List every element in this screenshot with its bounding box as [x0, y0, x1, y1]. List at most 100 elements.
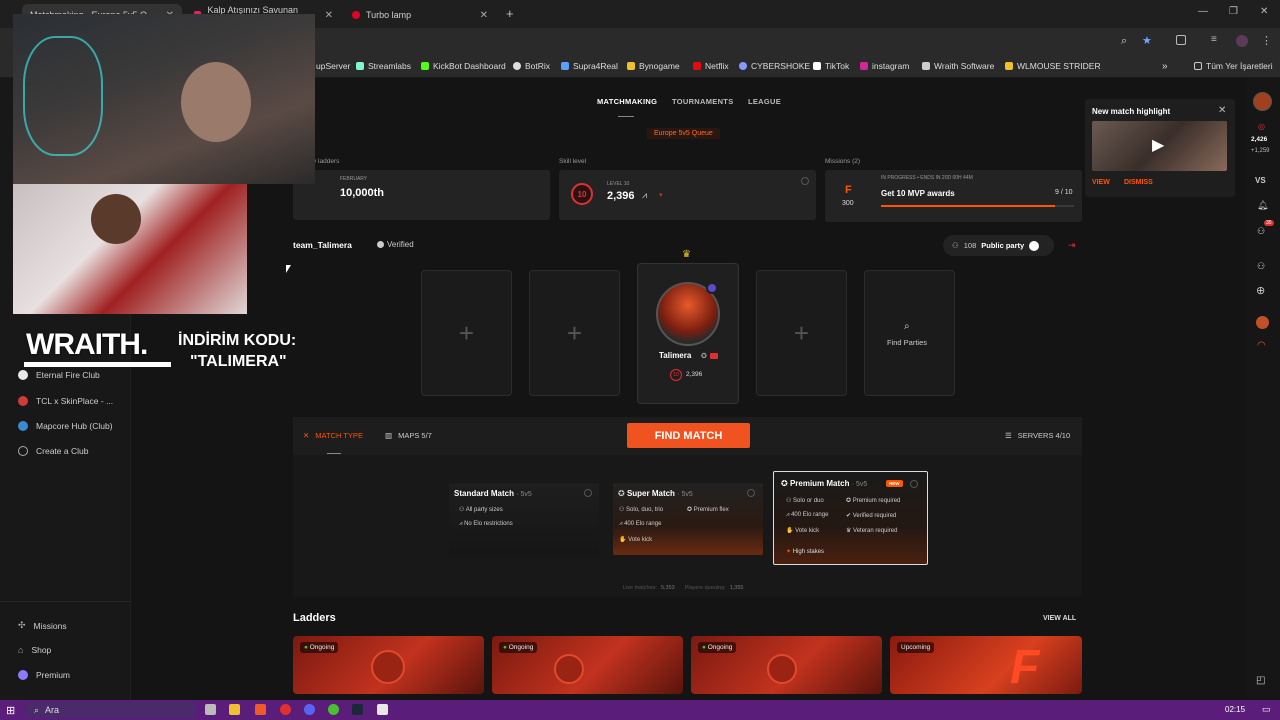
support-icon[interactable]: ◰ [1256, 675, 1265, 686]
mission-status: IN PROGRESS • ENDS IN 20D 00H 44M [881, 175, 973, 181]
task-view-icon[interactable] [205, 704, 216, 715]
chrome-icon[interactable] [328, 704, 339, 715]
sidebar-item-premium[interactable]: Premium [18, 670, 70, 680]
mode-feature: ⚇ Solo, duo, trio [619, 507, 664, 513]
ladder-card[interactable]: ● Ongoing [691, 636, 882, 694]
info-icon[interactable] [801, 177, 809, 185]
nav-league[interactable]: LEAGUE [748, 97, 781, 106]
info-icon[interactable] [747, 489, 755, 497]
close-window-icon[interactable]: ✕ [1260, 6, 1268, 17]
bookmark-item[interactable]: Bynogame [627, 61, 680, 71]
match-type-tab[interactable]: ✕ MATCH TYPE [303, 431, 363, 440]
nav-matchmaking[interactable]: MATCHMAKING [597, 97, 657, 106]
view-highlight-button[interactable]: VIEW [1092, 179, 1110, 186]
notification-center-icon[interactable]: ▭ [1262, 704, 1271, 715]
bookmark-item[interactable]: BotRix [513, 61, 550, 71]
bookmark-item[interactable]: WLMOUSE STRIDER [1005, 61, 1101, 71]
ladder-card[interactable]: ● Ongoing [293, 636, 484, 694]
sidebar-club-eternal-fire[interactable]: Eternal Fire Club [18, 370, 100, 380]
extensions-icon[interactable] [1176, 35, 1186, 45]
file-explorer-icon[interactable] [229, 704, 240, 715]
missions-card[interactable]: F 300 IN PROGRESS • ENDS IN 20D 00H 44M … [825, 170, 1082, 222]
versus-icon[interactable]: VS [1255, 176, 1266, 185]
ladder-card[interactable]: Upcoming F [890, 636, 1082, 694]
party-slot-empty[interactable]: + [421, 270, 512, 396]
bookmark-item[interactable]: upServer [316, 61, 351, 71]
minimize-icon[interactable]: — [1198, 6, 1208, 17]
more-bookmarks-icon[interactable]: » [1162, 61, 1168, 72]
all-bookmarks[interactable]: Tüm Yer İşaretleri [1194, 61, 1273, 71]
add-circle-icon[interactable]: ⊕ [1256, 284, 1265, 297]
app-icon[interactable] [280, 704, 291, 715]
queue-badge[interactable]: Europe 5v5 Queue [647, 128, 720, 139]
servers-tab[interactable]: ☰ SERVERS 4/10 [1005, 431, 1070, 440]
zoom-icon[interactable]: ⌕ [1121, 35, 1127, 48]
bookmark-item[interactable]: TikTok [813, 61, 849, 71]
bookmark-item[interactable]: Wraith Software [922, 61, 994, 71]
sidebar-club-mapcore[interactable]: Mapcore Hub (Club) [18, 421, 113, 431]
media-icon[interactable]: ≡ [1211, 34, 1217, 45]
bookmark-item[interactable]: KickBot Dashboard [421, 61, 506, 71]
close-tab-icon[interactable]: ✕ [480, 10, 488, 21]
bookmark-item[interactable]: Supra4Real [561, 61, 618, 71]
bookmark-label: instagram [872, 61, 910, 71]
windows-start-icon[interactable]: ⊞ [6, 704, 15, 717]
info-icon[interactable] [910, 480, 918, 488]
leave-party-icon[interactable]: ⇥ [1068, 240, 1076, 251]
player-name: Talimera [659, 351, 692, 360]
restore-icon[interactable]: ❐ [1229, 6, 1238, 17]
close-tab-icon[interactable]: ✕ [325, 10, 333, 21]
profile-avatar[interactable] [1236, 35, 1248, 47]
maps-tab[interactable]: ▥ MAPS 5/7 [385, 431, 432, 440]
close-icon[interactable]: ✕ [1218, 105, 1226, 116]
party-slot-empty[interactable]: + [756, 270, 847, 396]
team-name[interactable]: team_Talimera [293, 240, 352, 250]
ladder-rank-card[interactable]: FEBRUARY 10,000th [293, 170, 550, 220]
nav-tournaments[interactable]: TOURNAMENTS [672, 97, 734, 106]
tab-turbo-lamp[interactable]: Turbo lamp ✕ [344, 4, 496, 26]
mode-card-super[interactable]: ✪ Super Match · 5v5 ⚇ Solo, duo, trio ⩘ … [613, 483, 763, 555]
discord-icon[interactable] [304, 704, 315, 715]
sidebar-club-tcl[interactable]: TCL x SkinPlace - ... [18, 396, 113, 406]
feature-label: Solo, duo, trio [626, 507, 664, 513]
highlight-thumbnail[interactable]: ▶ [1092, 121, 1227, 171]
party-slot-empty[interactable]: + [529, 270, 620, 396]
steam-icon[interactable] [352, 704, 363, 715]
obs-icon[interactable] [377, 704, 388, 715]
party-visibility-toggle[interactable]: ⚇ 108 Public party [943, 235, 1054, 256]
mode-card-standard[interactable]: Standard Match · 5v5 ⚇ All party sizes ⩘… [449, 483, 599, 555]
bookmark-star-icon[interactable]: ★ [1142, 34, 1152, 47]
mission-title: Get 10 MVP awards [881, 189, 955, 198]
menu-icon[interactable]: ⋮ [1261, 34, 1272, 47]
bookmark-item[interactable]: Streamlabs [356, 61, 411, 71]
skill-level-card[interactable]: 10 LEVEL 10 2,396 ⩘ ▾ [559, 170, 816, 220]
add-player-icon: + [458, 317, 475, 348]
party-icon[interactable]: ⚇ [1257, 261, 1265, 272]
sidebar-item-shop[interactable]: ⌂ Shop [18, 645, 51, 655]
bookmark-item[interactable]: CYBERSHOKE [739, 61, 810, 71]
view-all-link[interactable]: VIEW ALL [1043, 615, 1076, 622]
user-avatar[interactable] [1253, 92, 1272, 111]
missions-icon: ✣ [18, 620, 26, 630]
brave-icon[interactable] [255, 704, 266, 715]
dismiss-highlight-button[interactable]: DISMISS [1124, 179, 1153, 186]
bookmark-item[interactable]: instagram [860, 61, 909, 71]
promo-line-2: "TALIMERA" [190, 353, 287, 370]
notifications-icon[interactable]: 🔔︎ [1257, 200, 1268, 211]
ladder-card[interactable]: ● Ongoing [492, 636, 683, 694]
new-tab-icon[interactable]: + [506, 6, 514, 21]
info-icon[interactable] [584, 489, 592, 497]
find-parties-slot[interactable]: ⌕ Find Parties [864, 270, 955, 396]
friends-icon[interactable]: ⚇ [1257, 226, 1265, 237]
party-slot-player[interactable]: Talimera ✪ 10 2,396 [637, 263, 739, 404]
sidebar-item-missions[interactable]: ✣ Missions [18, 620, 67, 631]
streamlabs-icon [356, 62, 364, 70]
find-match-button[interactable]: FIND MATCH [627, 423, 750, 448]
play-icon[interactable]: ▶ [1152, 135, 1164, 155]
bookmark-item[interactable]: Netflix [693, 61, 729, 71]
headset-icon[interactable]: ◠ [1257, 340, 1266, 351]
mode-card-premium[interactable]: ✪ Premium Match · 5v5 NEW ⚇ Solo or duo … [773, 471, 928, 565]
club-avatar[interactable] [1256, 316, 1269, 329]
taskbar-search[interactable]: ⌕ Ara [26, 702, 196, 718]
create-club-button[interactable]: Create a Club [18, 446, 88, 456]
